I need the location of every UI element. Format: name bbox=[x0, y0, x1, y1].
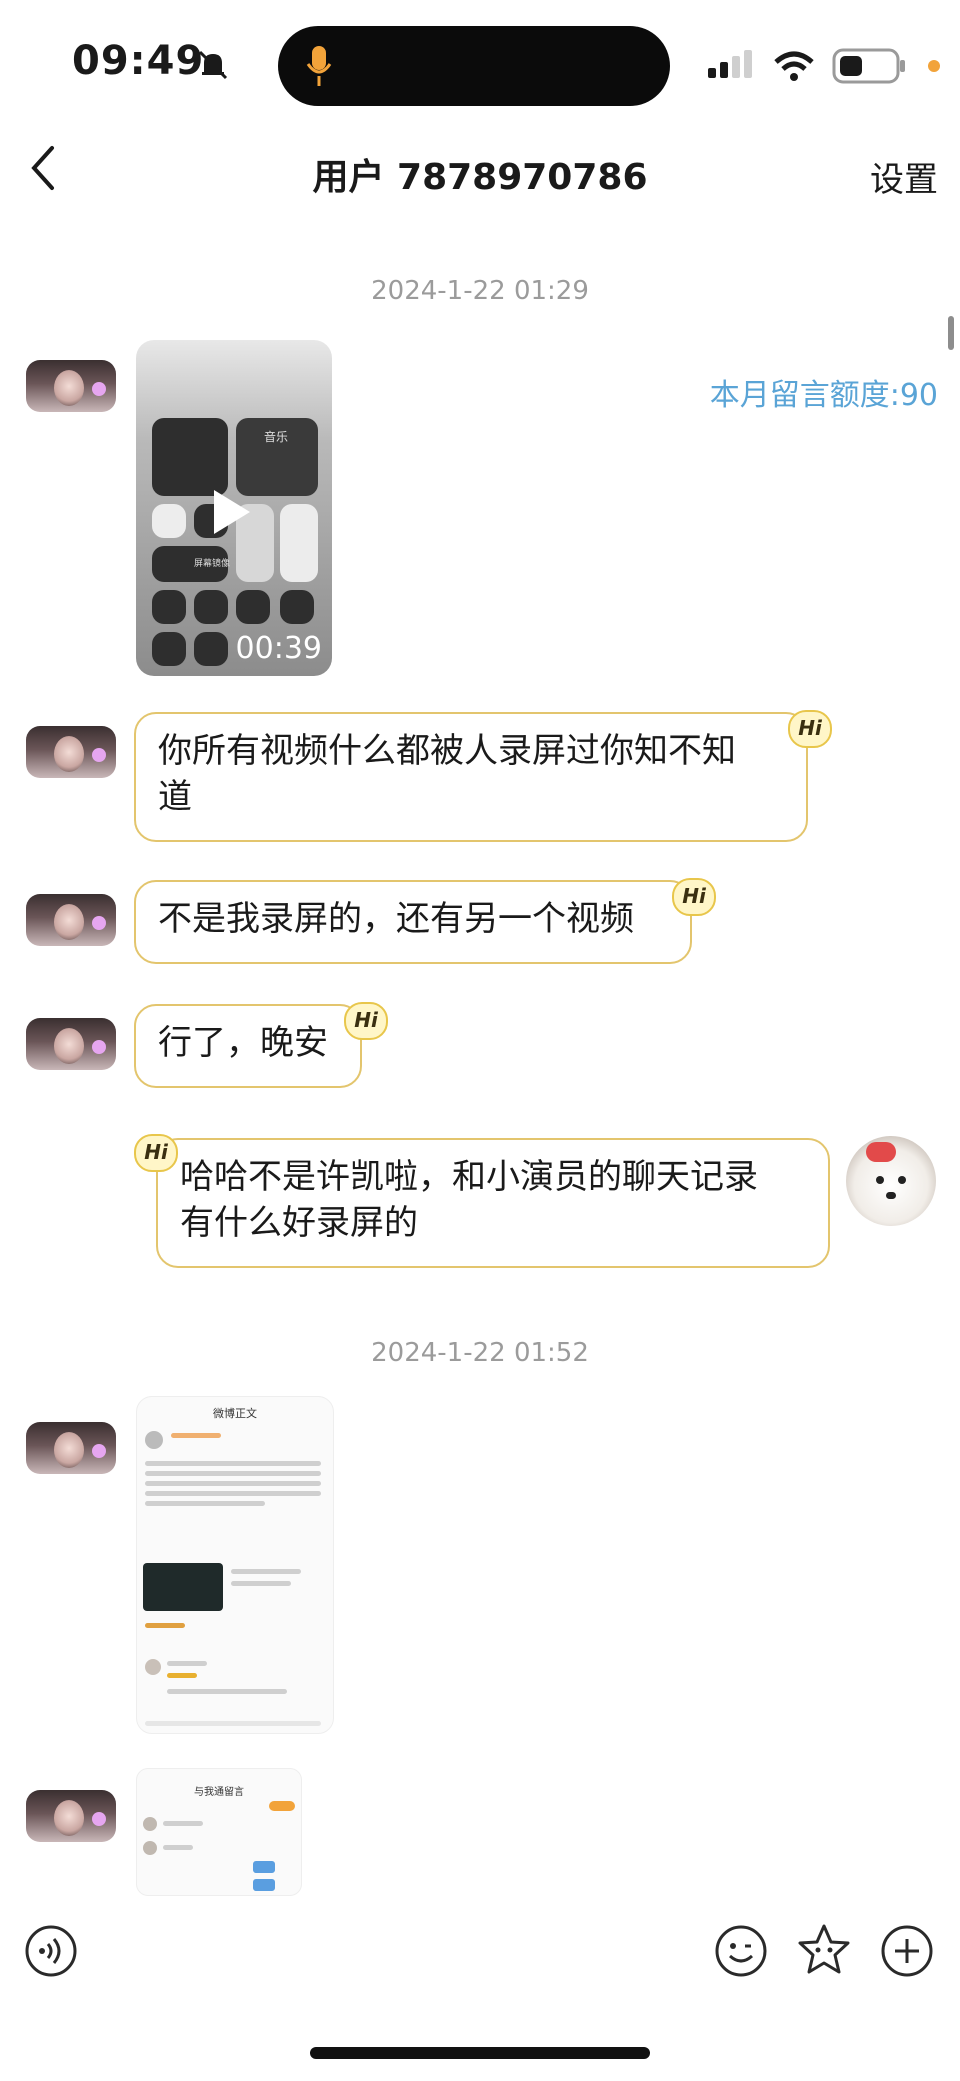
status-time: 09:49 bbox=[72, 38, 205, 84]
home-indicator[interactable] bbox=[310, 2047, 650, 2059]
music-tile-label: 音乐 bbox=[264, 430, 289, 444]
battery-icon bbox=[832, 48, 905, 84]
avatar[interactable] bbox=[26, 894, 116, 946]
hi-badge: Hi bbox=[134, 1134, 178, 1172]
play-icon[interactable] bbox=[214, 490, 250, 534]
message-bubble[interactable]: 不是我录屏的，还有另一个视频 bbox=[134, 880, 692, 964]
message-text: 道 bbox=[158, 777, 192, 817]
video-message[interactable]: 音乐 屏幕镜像 00:39 bbox=[136, 340, 332, 676]
recording-dot bbox=[928, 60, 940, 72]
avatar[interactable] bbox=[26, 360, 116, 412]
message-text: 有什么好录屏的 bbox=[180, 1203, 418, 1243]
mute-bell-icon bbox=[198, 50, 228, 80]
avatar[interactable] bbox=[26, 1422, 116, 1474]
page-title: 用户 7878970786 bbox=[312, 157, 648, 198]
hi-badge: Hi bbox=[344, 1002, 388, 1040]
shot-header: 与我通留言 bbox=[194, 1787, 244, 1798]
screen-mirror-label: 屏幕镜像 bbox=[194, 559, 231, 569]
message-text: 行了，晚安 bbox=[158, 1023, 328, 1063]
message-text: 不是我录屏的，还有另一个视频 bbox=[158, 899, 634, 939]
hi-badge: Hi bbox=[788, 710, 832, 748]
avatar[interactable] bbox=[26, 726, 116, 778]
add-icon[interactable] bbox=[880, 1924, 934, 1978]
sticker-icon[interactable] bbox=[796, 1922, 852, 1978]
scrollbar[interactable] bbox=[948, 316, 954, 350]
wifi-icon bbox=[774, 51, 814, 81]
avatar[interactable] bbox=[26, 1018, 116, 1070]
image-message[interactable]: 与我通留言 bbox=[136, 1768, 302, 1896]
timestamp: 2024-1-22 01:52 bbox=[371, 1338, 589, 1368]
signal-icon bbox=[708, 50, 752, 78]
message-quota: 本月留言额度:90 bbox=[709, 378, 938, 413]
voice-icon[interactable] bbox=[24, 1924, 78, 1978]
settings-button[interactable]: 设置 bbox=[870, 152, 938, 201]
message-bubble[interactable]: 哈哈不是许凯啦，和小演员的聊天记录 有什么好录屏的 bbox=[156, 1138, 830, 1268]
video-duration: 00:39 bbox=[235, 631, 322, 666]
microphone-icon bbox=[306, 46, 332, 86]
hi-badge: Hi bbox=[672, 878, 716, 916]
avatar[interactable] bbox=[26, 1790, 116, 1842]
emoji-icon[interactable] bbox=[714, 1924, 768, 1978]
message-text: 哈哈不是许凯啦，和小演员的聊天记录 bbox=[180, 1157, 758, 1197]
message-text: 你所有视频什么都被人录屏过你知不知 bbox=[158, 731, 736, 771]
timestamp: 2024-1-22 01:29 bbox=[371, 276, 589, 306]
message-bubble[interactable]: 行了，晚安 bbox=[134, 1004, 362, 1088]
image-message[interactable]: 微博正文 bbox=[136, 1396, 334, 1734]
shot-header: 微博正文 bbox=[213, 1407, 257, 1420]
dynamic-island bbox=[278, 26, 670, 106]
my-avatar[interactable] bbox=[846, 1136, 936, 1226]
message-bubble[interactable]: 你所有视频什么都被人录屏过你知不知 道 bbox=[134, 712, 808, 842]
